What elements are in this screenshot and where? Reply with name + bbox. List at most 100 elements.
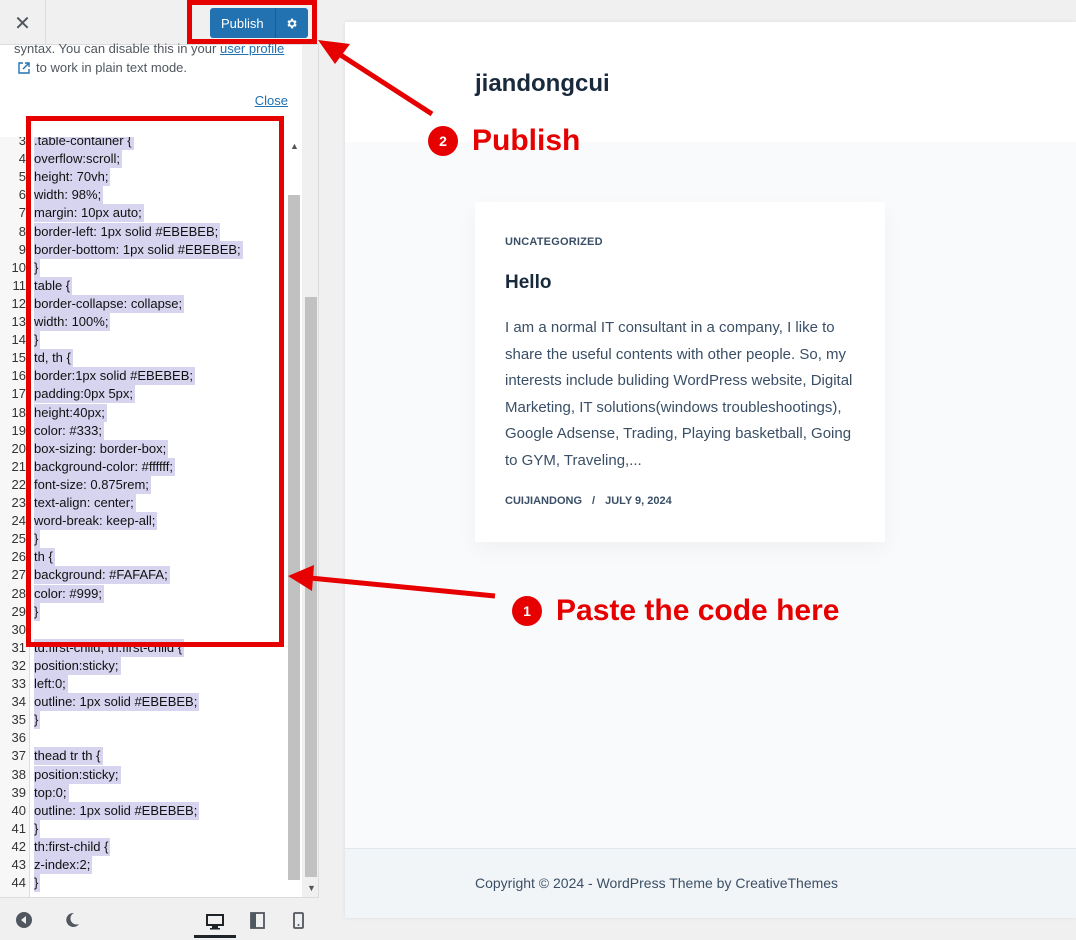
notice-line-2: to work in plain text mode. bbox=[18, 58, 187, 78]
line-number: 33 bbox=[11, 676, 26, 691]
code-line[interactable]: 25} bbox=[0, 530, 41, 549]
code-line[interactable]: 3 .table-container { bbox=[0, 137, 134, 150]
code-line[interactable]: 10} bbox=[0, 258, 41, 277]
code-line[interactable]: 18 height:40px; bbox=[0, 403, 107, 422]
code-line[interactable]: 13 width: 100%; bbox=[0, 313, 111, 331]
line-number: 35 bbox=[11, 712, 26, 728]
scroll-down-icon[interactable]: ▼ bbox=[307, 883, 316, 893]
code-line[interactable]: 4 overflow:scroll; bbox=[0, 150, 122, 169]
line-number: 18 bbox=[11, 404, 26, 420]
code-line[interactable]: 27 background: #FAFAFA; bbox=[0, 566, 170, 585]
post-title[interactable]: Hello bbox=[505, 272, 551, 294]
panel-scrollbar[interactable]: ▼ bbox=[304, 137, 318, 897]
moon-icon bbox=[66, 912, 79, 927]
code-text: position:sticky; bbox=[34, 765, 121, 784]
code-line[interactable]: 31 td:first-child, th:first-child { bbox=[0, 638, 185, 657]
code-line[interactable]: 37 thead tr th { bbox=[0, 747, 103, 766]
code-line[interactable]: 32 position:sticky; bbox=[0, 656, 121, 675]
code-line[interactable]: 39 top:0; bbox=[0, 783, 69, 802]
code-line[interactable]: 11 table { bbox=[0, 276, 73, 295]
meta-separator: / bbox=[592, 495, 596, 507]
annotation-step-2: 2 Publish bbox=[428, 124, 580, 158]
code-line[interactable]: 34 outline: 1px solid #EBEBEB; bbox=[0, 693, 200, 712]
code-line[interactable]: 17 padding:0px 5px; bbox=[0, 385, 136, 404]
scroll-up-icon[interactable]: ▲ bbox=[290, 141, 299, 151]
code-line[interactable]: 21 background-color: #ffffff; bbox=[0, 457, 176, 476]
code-line[interactable]: 6 width: 98%; bbox=[0, 186, 104, 205]
post-card: UNCATEGORIZED Hello I am a normal IT con… bbox=[475, 202, 885, 542]
editor-scrollbar[interactable]: ▲ bbox=[286, 137, 302, 897]
tablet-icon bbox=[249, 911, 265, 929]
site-title[interactable]: jiandongcui bbox=[475, 70, 610, 98]
post-category[interactable]: UNCATEGORIZED bbox=[505, 236, 603, 248]
code-line[interactable]: 40 outline: 1px solid #EBEBEB; bbox=[0, 801, 200, 820]
dark-mode-button[interactable] bbox=[62, 910, 82, 930]
line-number: 19 bbox=[11, 422, 26, 438]
panel-scroll-thumb[interactable] bbox=[305, 297, 317, 877]
device-mobile-button[interactable] bbox=[288, 910, 308, 930]
code-text: } bbox=[34, 874, 41, 893]
code-line[interactable]: 41} bbox=[0, 819, 41, 838]
line-number: 27 bbox=[11, 567, 26, 583]
editor-scroll-thumb[interactable] bbox=[288, 195, 300, 880]
step-1-badge: 1 bbox=[512, 596, 542, 626]
external-link-icon bbox=[18, 62, 30, 74]
desktop-icon bbox=[206, 913, 224, 929]
code-text: } bbox=[34, 711, 41, 730]
notice-close-link[interactable]: Close bbox=[255, 91, 288, 111]
device-tablet-button[interactable] bbox=[247, 910, 267, 930]
code-line[interactable]: 28 color: #999; bbox=[0, 584, 104, 603]
line-number: 4 bbox=[18, 151, 26, 167]
device-desktop-button[interactable] bbox=[194, 908, 236, 938]
line-number: 36 bbox=[11, 730, 26, 746]
code-line[interactable]: 8 border-left: 1px solid #EBEBEB; bbox=[0, 222, 221, 241]
code-line[interactable]: 23 text-align: center; bbox=[0, 494, 136, 512]
close-icon: ✕ bbox=[14, 10, 31, 35]
line-number: 28 bbox=[11, 585, 26, 601]
post-author[interactable]: CUIJIANDONG bbox=[505, 495, 582, 507]
code-line[interactable]: 30 bbox=[0, 621, 26, 639]
line-number: 5 bbox=[18, 169, 26, 185]
step-2-badge: 2 bbox=[428, 126, 458, 156]
hide-controls-button[interactable] bbox=[14, 910, 34, 930]
code-line[interactable]: 9 border-bottom: 1px solid #EBEBEB; bbox=[0, 240, 243, 259]
code-line[interactable]: 24 word-break: keep-all; bbox=[0, 512, 158, 531]
step-2-label: Publish bbox=[472, 124, 581, 157]
line-number: 34 bbox=[11, 694, 26, 710]
line-number: 30 bbox=[11, 621, 26, 637]
code-line[interactable]: 14} bbox=[0, 331, 41, 350]
line-number: 25 bbox=[11, 531, 26, 547]
code-line[interactable]: 35} bbox=[0, 711, 41, 730]
code-line[interactable]: 15 td, th { bbox=[0, 349, 73, 368]
line-number: 12 bbox=[11, 295, 26, 311]
code-line[interactable]: 38 position:sticky; bbox=[0, 765, 121, 784]
code-line[interactable]: 7 margin: 10px auto; bbox=[0, 204, 144, 223]
code-line[interactable]: 44} bbox=[0, 874, 41, 893]
code-line[interactable]: 26th { bbox=[0, 548, 55, 567]
line-number: 11 bbox=[12, 277, 27, 293]
code-line[interactable]: 29} bbox=[0, 602, 41, 621]
code-line[interactable]: 5 height: 70vh; bbox=[0, 168, 111, 187]
code-text: top:0; bbox=[34, 783, 69, 802]
line-number: 37 bbox=[11, 748, 26, 764]
code-text: position:sticky; bbox=[34, 656, 121, 675]
code-line[interactable]: 42 th:first-child { bbox=[0, 837, 111, 856]
code-line[interactable]: 16 border:1px solid #EBEBEB; bbox=[0, 367, 195, 386]
code-line[interactable]: 19 color: #333; bbox=[0, 421, 104, 440]
code-line[interactable]: 12 border-collapse: collapse; bbox=[0, 294, 185, 313]
code-line[interactable]: 36 bbox=[0, 729, 26, 747]
line-number: 9 bbox=[18, 241, 26, 257]
code-line[interactable]: 43 z-index:2; bbox=[0, 856, 93, 874]
line-number: 32 bbox=[11, 657, 26, 673]
line-number: 44 bbox=[11, 875, 26, 891]
post-excerpt: I am a normal IT consultant in a company… bbox=[505, 319, 853, 469]
code-text: outline: 1px solid #EBEBEB; bbox=[34, 801, 200, 820]
line-number: 6 bbox=[18, 187, 26, 203]
code-line[interactable]: 33 left:0; bbox=[0, 675, 68, 693]
line-number: 13 bbox=[11, 314, 26, 329]
line-number: 16 bbox=[11, 368, 26, 384]
line-number: 43 bbox=[11, 857, 26, 872]
code-line[interactable]: 22 font-size: 0.875rem; bbox=[0, 475, 151, 494]
code-line[interactable]: 20 box-sizing: border-box; bbox=[0, 439, 169, 458]
code-text: z-index:2; bbox=[34, 856, 93, 874]
